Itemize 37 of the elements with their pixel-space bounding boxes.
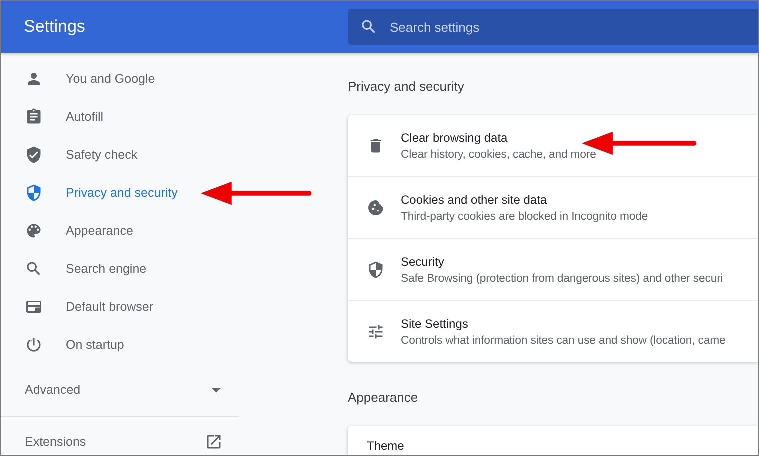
cookie-icon <box>367 198 385 216</box>
row-title[interactable]: Site Settings <box>401 316 468 330</box>
sidebar-item[interactable]: Default browser <box>1 288 239 326</box>
sidebar-item[interactable]: You and Google <box>1 60 239 98</box>
row-subtitle: Clear history, cookies, cache, and more <box>401 148 596 160</box>
row-subtitle: Controls what information sites can use and show (location, came <box>401 334 726 346</box>
external-link-icon <box>205 433 223 451</box>
extensions-link[interactable]: Extensions <box>1 417 239 455</box>
shield-icon <box>25 184 43 202</box>
shield-check-icon <box>25 146 43 164</box>
row-title[interactable]: Clear browsing data <box>401 130 508 144</box>
row-title[interactable]: Security <box>401 254 444 268</box>
clipboard-icon <box>25 108 43 126</box>
row-subtitle: Safe Browsing (protection from dangerous sites) and other securi <box>401 272 724 284</box>
palette-icon <box>25 222 43 240</box>
sidebar-item[interactable]: Safety check <box>1 136 239 174</box>
section-title: Appearance <box>348 390 420 407</box>
row-title[interactable]: Theme <box>367 439 404 453</box>
sidebar-item[interactable]: Search engine <box>1 250 239 288</box>
person-icon <box>25 70 43 88</box>
sidebar-item[interactable]: Autofill <box>1 98 239 136</box>
power-icon <box>25 336 43 354</box>
search-icon <box>25 260 43 278</box>
sidebar-item[interactable]: Appearance <box>1 212 239 250</box>
search-icon <box>360 18 378 36</box>
row-subtitle: Third-party cookies are blocked in Incognito mode <box>401 210 648 222</box>
sidebar-item[interactable]: On startup <box>1 326 239 364</box>
row-title[interactable]: Cookies and other site data <box>401 192 548 206</box>
browser-window-icon <box>25 298 43 316</box>
settings-title: Settings <box>23 17 86 37</box>
shield-icon <box>367 260 385 278</box>
sliders-icon <box>367 322 385 340</box>
search-field[interactable]: Search settings <box>348 9 758 45</box>
caret-icon <box>212 388 221 392</box>
sidebar-item[interactable]: Privacy and security <box>1 174 239 212</box>
section-title: Privacy and security <box>348 79 466 96</box>
advanced-toggle[interactable]: Advanced <box>1 364 239 417</box>
